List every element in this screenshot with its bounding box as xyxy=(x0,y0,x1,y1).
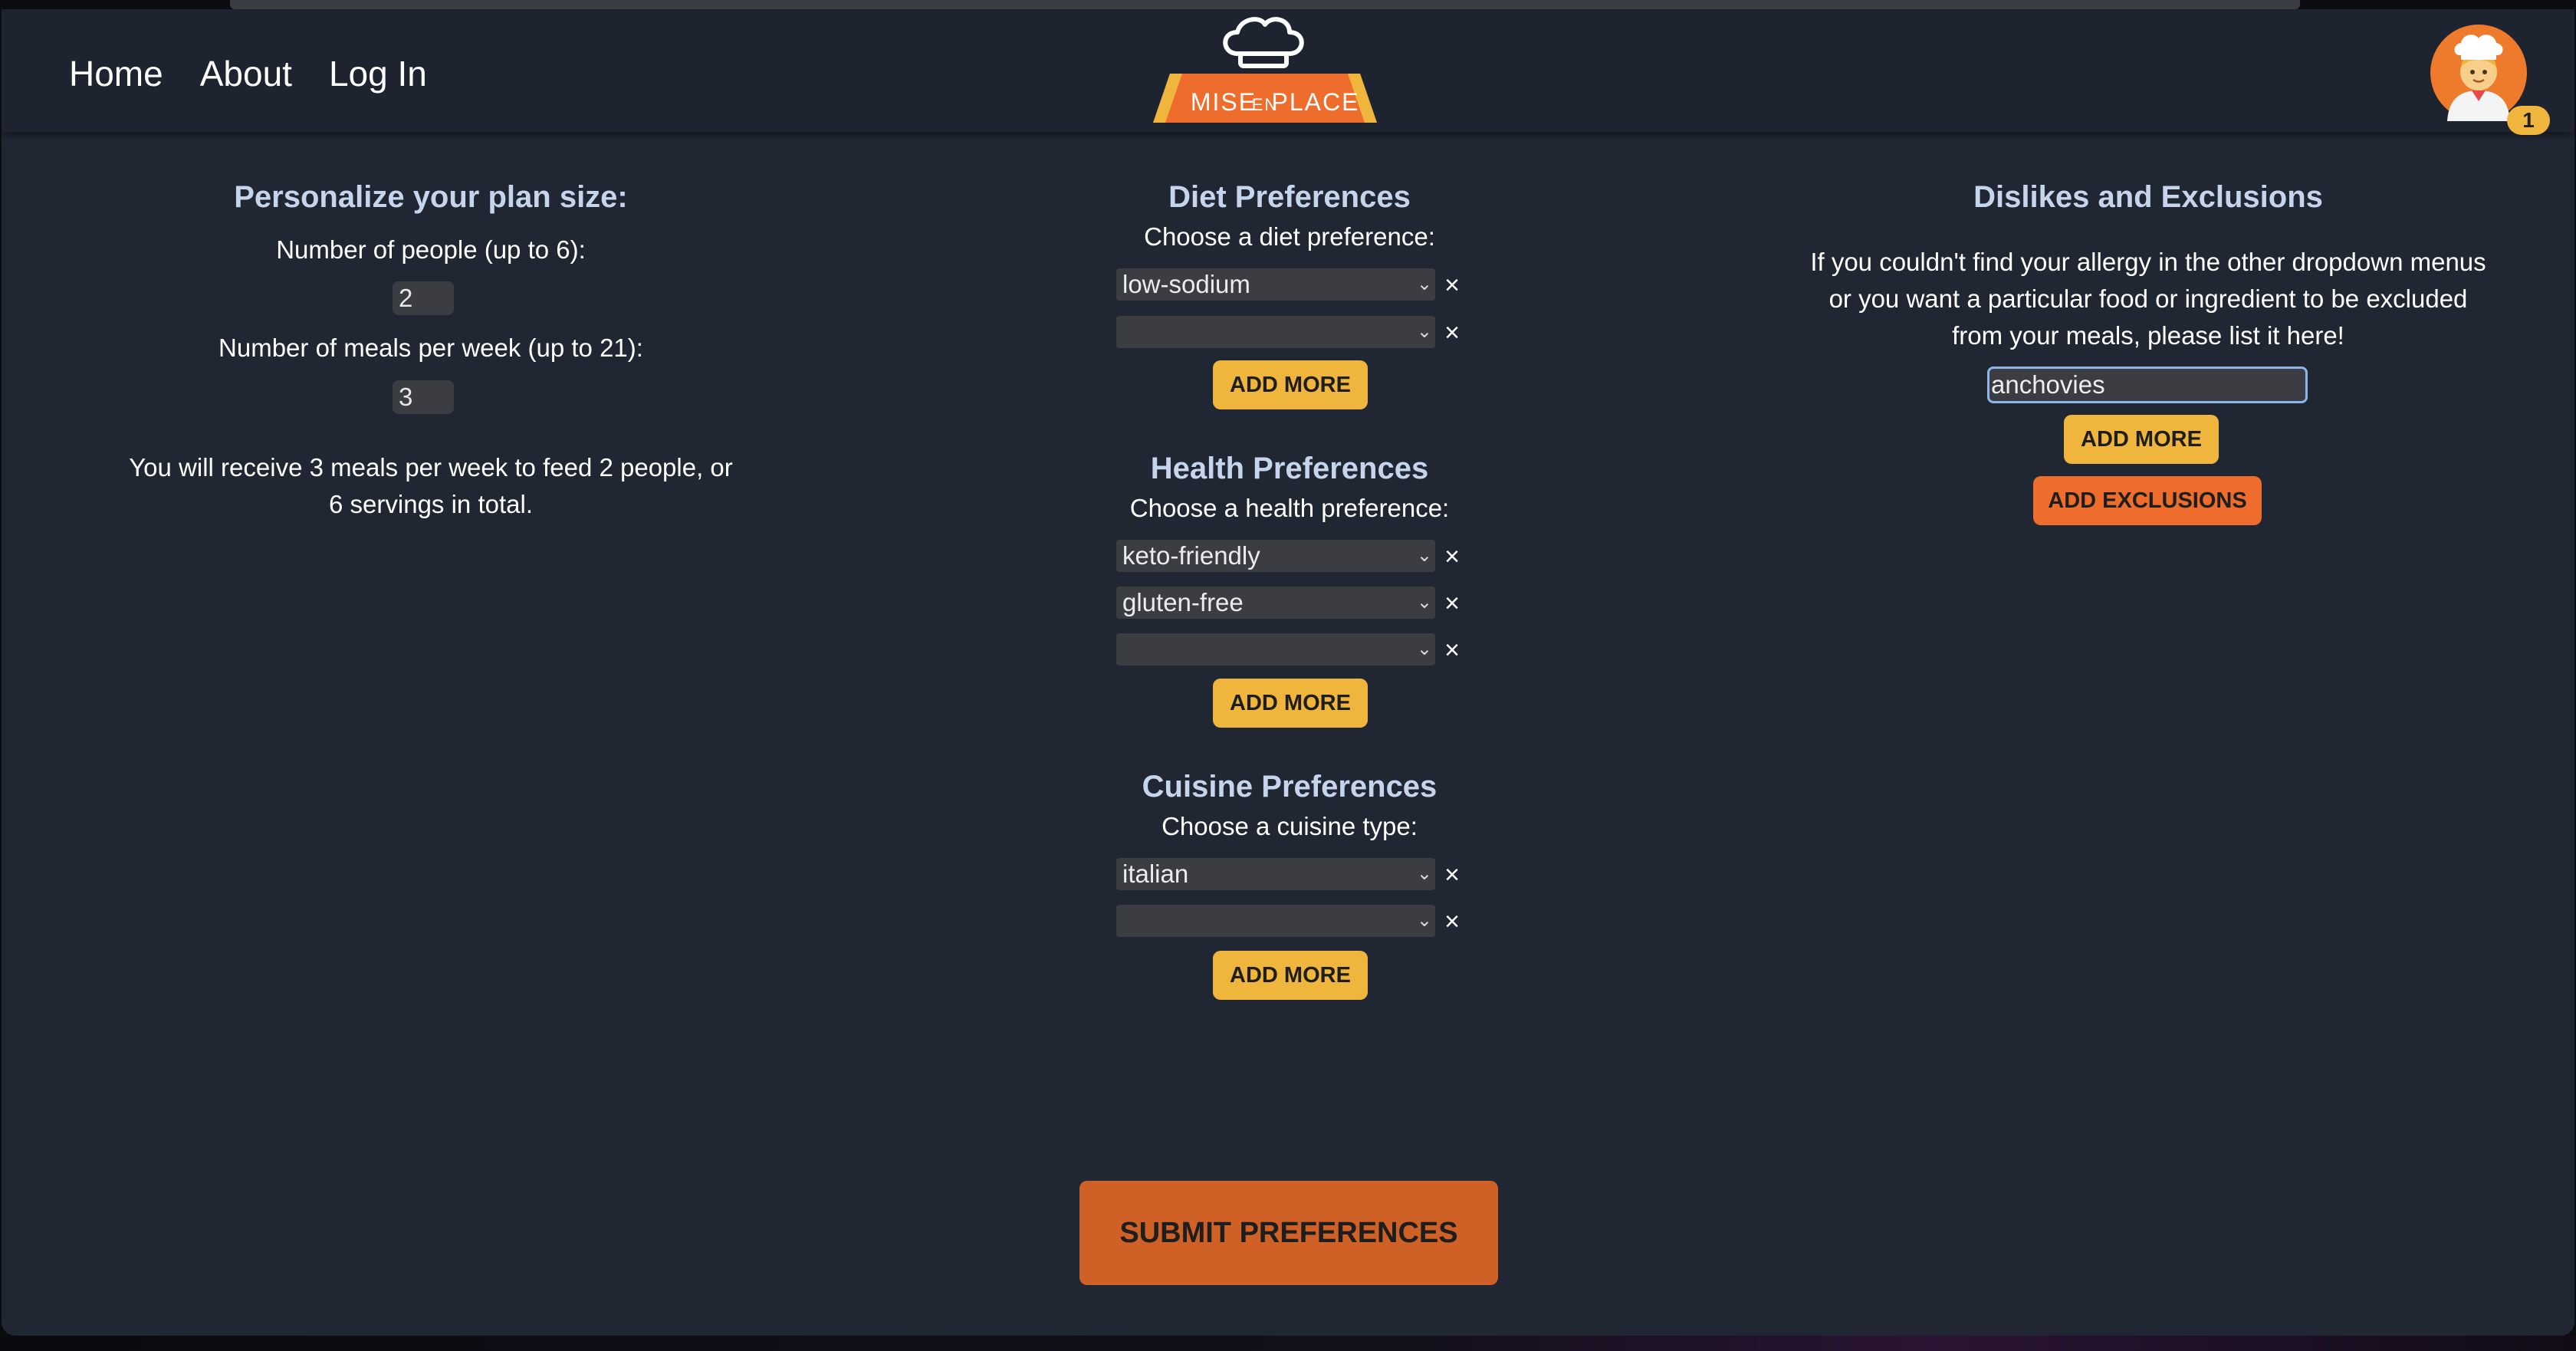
close-icon[interactable]: × xyxy=(1441,633,1463,667)
health-select-row-2: gluten-free ⌄ × xyxy=(1116,587,1469,620)
health-prompt: Choose a health preference: xyxy=(1129,494,1450,522)
chevron-down-icon: ⌄ xyxy=(1416,639,1432,659)
exclusion-input[interactable] xyxy=(1987,367,2308,403)
close-icon[interactable]: × xyxy=(1441,858,1463,892)
exclusions-title: Dislikes and Exclusions xyxy=(1973,180,2323,214)
diet-add-more-button[interactable]: ADD MORE xyxy=(1213,360,1368,409)
cuisine-select-1-value: italian xyxy=(1122,860,1189,888)
health-select-row-1: keto-friendly ⌄ × xyxy=(1116,540,1469,574)
chevron-down-icon: ⌄ xyxy=(1416,910,1432,931)
health-select-2-value: gluten-free xyxy=(1122,588,1244,616)
plan-size-title: Personalize your plan size: xyxy=(234,180,628,214)
cuisine-select-row-1: italian ⌄ × xyxy=(1116,858,1469,892)
diet-select-1[interactable]: low-sodium ⌄ xyxy=(1116,268,1435,301)
people-label: Number of people (up to 6): xyxy=(276,235,586,264)
health-select-3[interactable]: ⌄ xyxy=(1116,633,1435,666)
exclusions-desc-line-3: from your meals, please list it here! xyxy=(1952,321,2344,350)
exclusions-add-more-button[interactable]: ADD MORE xyxy=(2064,415,2219,464)
exclusions-section: Dislikes and Exclusions If you couldn't … xyxy=(1765,9,2532,546)
close-icon[interactable]: × xyxy=(1441,905,1463,938)
cuisine-select-2[interactable]: ⌄ xyxy=(1116,905,1435,937)
close-icon[interactable]: × xyxy=(1441,316,1463,350)
chevron-down-icon: ⌄ xyxy=(1416,592,1432,613)
plan-size-section: Personalize your plan size: Number of pe… xyxy=(94,9,768,546)
health-select-1-value: keto-friendly xyxy=(1122,541,1260,570)
chevron-down-icon: ⌄ xyxy=(1416,545,1432,566)
cuisine-select-1[interactable]: italian ⌄ xyxy=(1116,858,1435,890)
health-title: Health Preferences xyxy=(1150,452,1429,485)
chevron-down-icon: ⌄ xyxy=(1416,863,1432,884)
cuisine-add-more-button[interactable]: ADD MORE xyxy=(1213,951,1368,1000)
diet-select-2[interactable]: ⌄ xyxy=(1116,316,1435,348)
cuisine-title: Cuisine Preferences xyxy=(1142,770,1438,804)
people-input[interactable] xyxy=(393,281,454,315)
close-icon[interactable]: × xyxy=(1441,587,1463,620)
exclusions-desc-line-1: If you couldn't find your allergy in the… xyxy=(1810,248,2486,276)
plan-summary-line-1: You will receive 3 meals per week to fee… xyxy=(129,453,733,482)
close-icon[interactable]: × xyxy=(1441,268,1463,302)
desktop-bottom-strip xyxy=(0,1336,2576,1351)
preferences-section: Diet Preferences Choose a diet preferenc… xyxy=(1116,9,1463,1037)
diet-select-row-1: low-sodium ⌄ × xyxy=(1116,268,1469,302)
chevron-down-icon: ⌄ xyxy=(1416,321,1432,342)
cuisine-select-row-2: ⌄ × xyxy=(1116,905,1469,938)
health-select-2[interactable]: gluten-free ⌄ xyxy=(1116,587,1435,619)
meals-label: Number of meals per week (up to 21): xyxy=(219,334,643,362)
health-select-row-3: ⌄ × xyxy=(1116,633,1469,667)
cuisine-prompt: Choose a cuisine type: xyxy=(1162,812,1418,840)
close-icon[interactable]: × xyxy=(1441,540,1463,574)
window-top-strip xyxy=(230,0,2300,9)
app-window: Home About Log In MISE EN PLACE 1 Person… xyxy=(2,9,2574,1336)
exclusions-desc-line-2: or you want a particular food or ingredi… xyxy=(1829,284,2468,313)
diet-select-1-value: low-sodium xyxy=(1122,270,1250,298)
meals-input[interactable] xyxy=(393,380,454,414)
submit-preferences-button[interactable]: SUBMIT PREFERENCES xyxy=(1079,1181,1498,1285)
diet-select-row-2: ⌄ × xyxy=(1116,316,1469,350)
chevron-down-icon: ⌄ xyxy=(1416,274,1432,294)
plan-summary-line-2: 6 servings in total. xyxy=(329,490,533,518)
diet-title: Diet Preferences xyxy=(1168,180,1411,214)
health-add-more-button[interactable]: ADD MORE xyxy=(1213,679,1368,728)
diet-prompt: Choose a diet preference: xyxy=(1144,222,1435,251)
add-exclusions-button[interactable]: ADD EXCLUSIONS xyxy=(2033,476,2262,525)
health-select-1[interactable]: keto-friendly ⌄ xyxy=(1116,540,1435,572)
